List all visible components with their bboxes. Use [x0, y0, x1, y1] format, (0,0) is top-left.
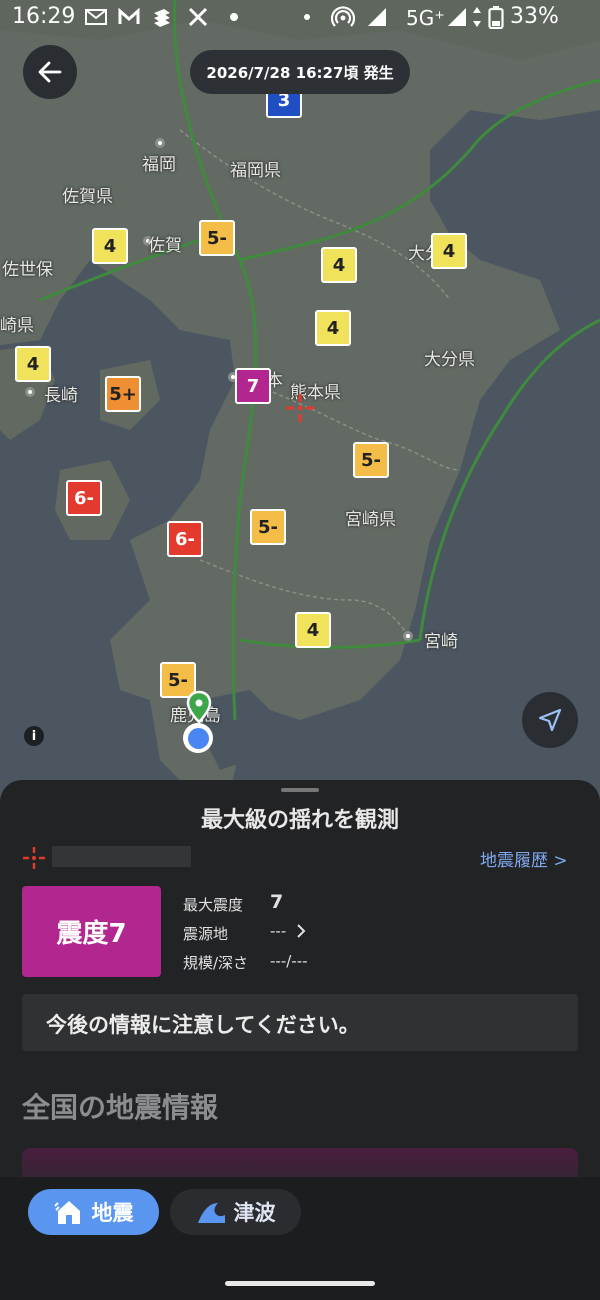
status-network: 5G⁺ — [406, 6, 445, 30]
x-icon — [188, 7, 208, 27]
status-time: 16:29 — [12, 4, 76, 29]
label-nagasaki-city: 長崎 — [44, 386, 78, 406]
signal-icon — [368, 8, 386, 26]
intensity-marker[interactable]: 4 — [295, 612, 331, 648]
dot-icon — [230, 13, 238, 21]
epicenter-icon — [286, 394, 314, 422]
intensity-marker[interactable]: 7 — [235, 368, 271, 404]
intensity-marker[interactable]: 4 — [431, 233, 467, 269]
status-battery: 33% — [510, 4, 559, 29]
signal-icon — [448, 8, 466, 26]
current-location-dot — [183, 723, 213, 753]
epicenter-label: 震源地 — [183, 925, 229, 943]
arrow-left-icon — [38, 61, 62, 83]
mail-m-icon — [118, 8, 140, 24]
city-dot-nagasaki — [25, 387, 35, 397]
bottom-navigation: 地震 津波 — [0, 1177, 600, 1300]
magnitude-depth-label: 規模/深さ — [183, 954, 249, 972]
intensity-marker[interactable]: 4 — [92, 228, 128, 264]
national-info-heading: 全国の地震情報 — [22, 1091, 219, 1124]
label-miyazaki-pref: 宮崎県 — [345, 510, 396, 530]
back-button[interactable] — [23, 45, 77, 99]
epicenter-value: --- — [270, 922, 287, 940]
intensity-badge: 震度7 — [22, 886, 161, 977]
navigation-arrow-icon — [538, 708, 562, 732]
max-intensity-label: 最大震度 — [183, 896, 244, 914]
data-arrows-icon — [473, 7, 481, 27]
city-dot-fukuoka — [155, 138, 165, 148]
sheet-title: 最大級の揺れを観測 — [200, 808, 399, 833]
tab-tsunami-label: 津波 — [233, 1201, 276, 1225]
hotspot-icon — [331, 6, 355, 27]
intensity-marker[interactable]: 4 — [15, 346, 51, 382]
intensity-marker[interactable]: 5- — [353, 442, 389, 478]
chevron-right-icon — [297, 924, 306, 938]
label-oita-pref: 大分県 — [424, 350, 475, 370]
sheet-drag-handle[interactable] — [281, 788, 319, 792]
label-sasebo: 佐世保 — [2, 260, 53, 280]
earthquake-map[interactable]: 福岡 福岡県 佐賀県 佐賀 佐世保 崎県 長崎 本 熊本県 大分 大分県 宮崎県… — [0, 0, 600, 800]
city-dot-miyazaki — [403, 631, 413, 641]
intensity-marker[interactable]: 4 — [315, 310, 351, 346]
intensity-marker[interactable]: 5+ — [105, 376, 141, 412]
intensity-marker[interactable]: 5- — [199, 220, 235, 256]
intensity-marker[interactable]: 4 — [321, 247, 357, 283]
gmail-icon — [85, 9, 107, 25]
epicenter-name-placeholder — [52, 846, 191, 867]
intensity-marker[interactable]: 6- — [66, 480, 102, 516]
label-fukuoka-pref: 福岡県 — [230, 161, 281, 181]
notice-box: 今後の情報に注意してください。 — [22, 994, 578, 1051]
tab-tsunami[interactable]: 津波 — [170, 1189, 301, 1235]
info-icon[interactable]: i — [24, 726, 44, 746]
label-nagasaki-pref: 崎県 — [0, 316, 34, 336]
epicenter-row[interactable]: --- — [270, 922, 306, 940]
label-saga-city: 佐賀 — [148, 236, 182, 256]
intensity-badge-label: 震度7 — [56, 919, 127, 949]
status-bar: 16:29 5G⁺ 33% — [0, 0, 600, 36]
max-intensity-value: 7 — [270, 891, 284, 913]
occurred-time-pill: 2026/7/28 16:27頃 発生 — [190, 50, 410, 94]
registered-location-pin-icon[interactable] — [185, 690, 213, 724]
battery-icon — [488, 6, 504, 29]
dot-icon — [304, 14, 310, 20]
label-fukuoka-city: 福岡 — [142, 155, 176, 175]
notice-text: 今後の情報に注意してください。 — [46, 1013, 360, 1037]
magnitude-depth-value: ---/--- — [270, 952, 308, 970]
epicenter-icon — [23, 847, 45, 869]
app-icon — [154, 9, 170, 27]
tab-earthquake[interactable]: 地震 — [28, 1189, 159, 1235]
label-saga-pref: 佐賀県 — [62, 187, 113, 207]
label-miyazaki-city: 宮崎 — [424, 632, 458, 652]
house-quake-icon — [53, 1201, 80, 1224]
intensity-marker[interactable]: 6- — [167, 521, 203, 557]
intensity-marker[interactable]: 5- — [250, 509, 286, 545]
locate-button[interactable] — [522, 692, 578, 748]
tab-earthquake-label: 地震 — [91, 1201, 134, 1225]
home-indicator[interactable] — [225, 1281, 375, 1286]
earthquake-history-link[interactable]: 地震履歴 > — [480, 846, 568, 871]
occurred-time: 2026/7/28 16:27頃 発生 — [206, 63, 394, 82]
wave-icon — [197, 1203, 225, 1223]
